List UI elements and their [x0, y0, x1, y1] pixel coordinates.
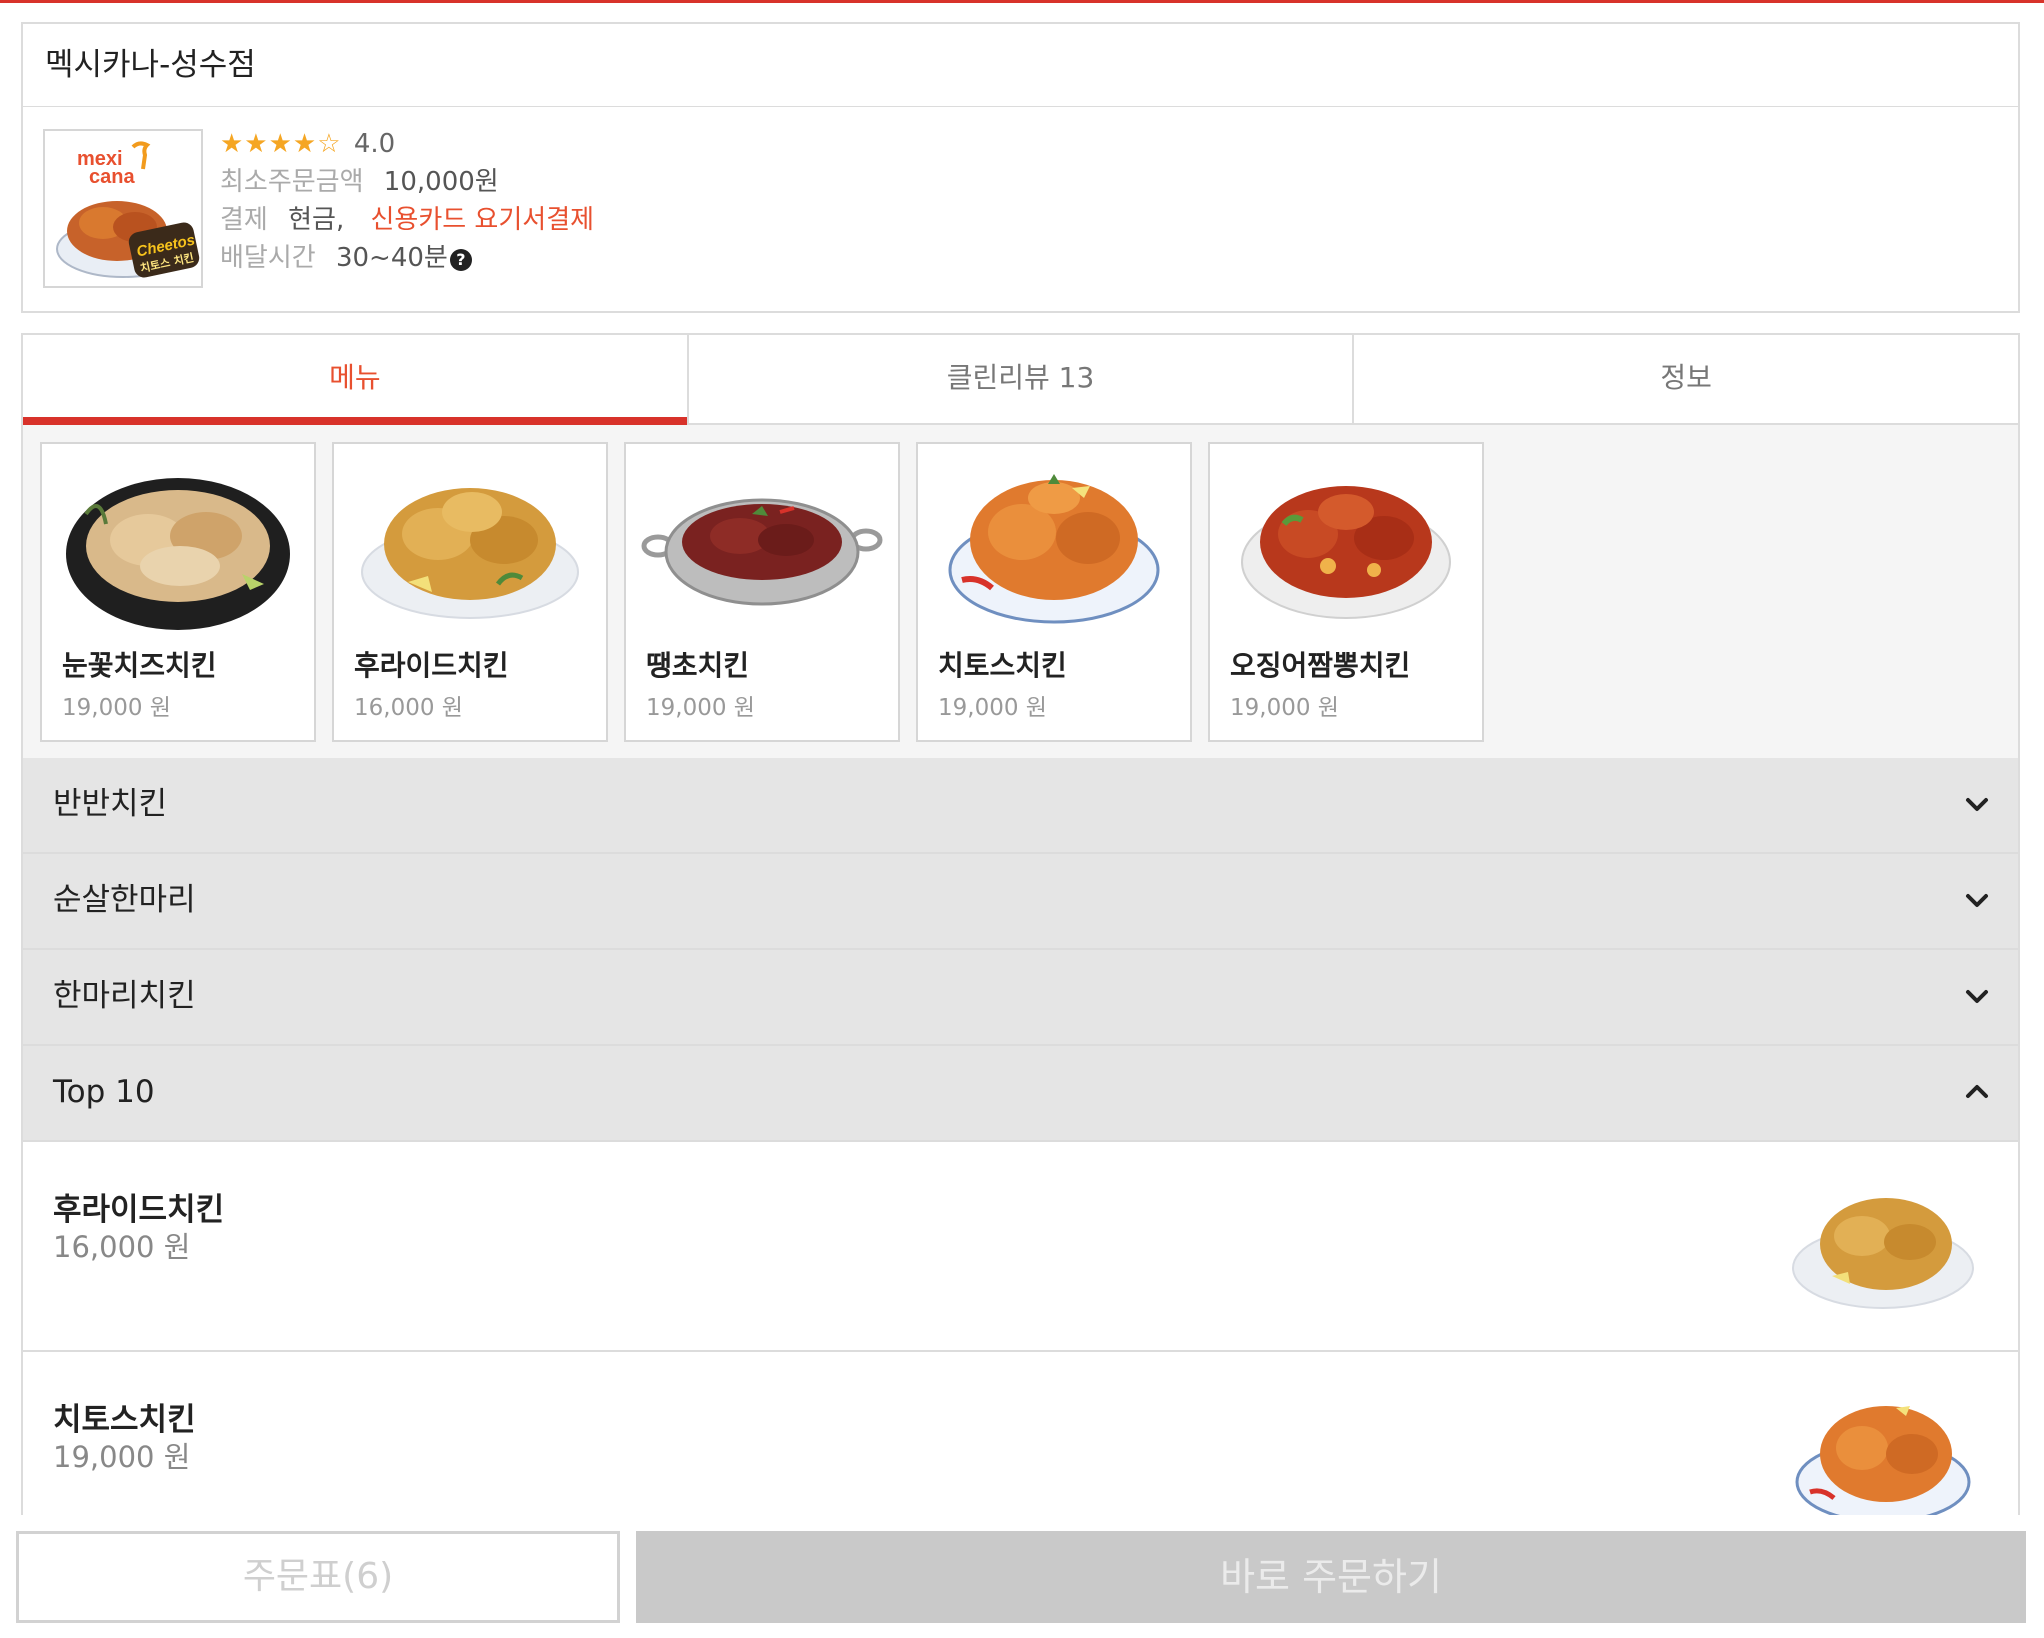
store-info-panel: mexi cana Cheetos 치토스 치킨 ★★★★☆ 4.0 최소주문금… [21, 107, 2020, 313]
fried-chicken-thumbnail [1792, 1198, 1974, 1309]
featured-menu-strip: 눈꽃치즈치킨 19,000 원 후라이드치킨 16,000 원 땡초치킨 19,… [21, 425, 2020, 758]
min-order-label: 최소주문금액 [220, 167, 364, 197]
category-label: 반반치킨 [53, 786, 168, 822]
tab-clean-review[interactable]: 클린리뷰 13 [689, 335, 1355, 423]
chevron-down-icon [1966, 894, 1988, 907]
featured-card-squid-jjambbong[interactable]: 오징어짬뽕치킨 19,000 원 [1208, 442, 1484, 742]
cheetos-chicken-image [948, 474, 1160, 624]
list-item[interactable]: 후라이드치킨 16,000 원 [21, 1142, 2020, 1352]
category-top10[interactable]: Top 10 [21, 1046, 2020, 1142]
item-name: 치토스치킨 [53, 1402, 196, 1438]
order-now-button[interactable]: 바로 주문하기 [636, 1531, 2026, 1623]
chevron-down-icon [1966, 798, 1988, 811]
featured-card-cheetos[interactable]: 치토스치킨 19,000 원 [916, 442, 1192, 742]
featured-card-price: 19,000 원 [62, 695, 171, 721]
item-price: 19,000 원 [53, 1440, 191, 1474]
item-price: 16,000 원 [53, 1230, 191, 1264]
category-label: 한마리치킨 [53, 978, 196, 1014]
featured-card-price: 19,000 원 [938, 695, 1047, 721]
chevron-up-icon [1966, 1085, 1988, 1098]
delivery-time-label: 배달시간 [220, 243, 316, 273]
store-logo: mexi cana Cheetos 치토스 치킨 [43, 129, 203, 288]
category-label: Top 10 [53, 1074, 155, 1110]
fried-chicken-image [361, 488, 579, 619]
featured-card-price: 16,000 원 [354, 695, 463, 721]
squid-jjambbong-chicken-image [1241, 486, 1451, 619]
store-tabs: 메뉴 클린리뷰 13 정보 [21, 333, 2020, 425]
tab-menu[interactable]: 메뉴 [23, 335, 689, 425]
featured-card-name: 눈꽃치즈치킨 [62, 649, 217, 682]
featured-card-name: 후라이드치킨 [354, 649, 509, 682]
category-boneless[interactable]: 순살한마리 [21, 854, 2020, 950]
featured-card-price: 19,000 원 [646, 695, 755, 721]
snow-cheese-chicken-image [66, 478, 290, 630]
featured-card-snow-cheese[interactable]: 눈꽃치즈치킨 19,000 원 [40, 442, 316, 742]
featured-card-price: 19,000 원 [1230, 695, 1339, 721]
cart-button[interactable]: 주문표(6) [16, 1531, 620, 1623]
chevron-down-icon [1966, 990, 1988, 1003]
category-whole-chicken[interactable]: 한마리치킨 [21, 950, 2020, 1046]
cheetos-chicken-thumbnail [1795, 1406, 1971, 1524]
featured-card-name: 오징어짬뽕치킨 [1230, 649, 1411, 682]
category-label: 순살한마리 [53, 882, 196, 918]
payment-label: 결제 [220, 205, 268, 235]
bottom-action-bar: 주문표(6) 바로 주문하기 [0, 1515, 2044, 1638]
help-icon[interactable]: ? [449, 249, 472, 271]
store-name: 멕시카나-성수점 [21, 22, 2020, 108]
featured-card-ttaengcho[interactable]: 땡초치킨 19,000 원 [624, 442, 900, 742]
mexicana-logo-icon: mexi cana Cheetos 치토스 치킨 [56, 141, 200, 278]
featured-card-fried[interactable]: 후라이드치킨 16,000 원 [332, 442, 608, 742]
spicy-chicken-pan-image [641, 498, 883, 606]
item-name: 후라이드치킨 [53, 1192, 225, 1228]
delivery-time-value: 30~40분 [335, 243, 448, 273]
logo-text-bottom: cana [89, 166, 135, 188]
rating-value: 4.0 [353, 129, 396, 159]
payment-card: 신용카드 요기서결제 [370, 205, 595, 235]
min-order-value: 10,000원 [383, 167, 499, 197]
featured-card-name: 치토스치킨 [938, 649, 1067, 682]
payment-cash: 현금, [288, 205, 345, 235]
top-accent-line [0, 0, 2044, 3]
category-banban[interactable]: 반반치킨 [21, 758, 2020, 854]
tab-info[interactable]: 정보 [1354, 335, 2018, 423]
featured-card-name: 땡초치킨 [646, 649, 750, 682]
rating-stars-icon: ★★★★☆ [220, 129, 342, 159]
